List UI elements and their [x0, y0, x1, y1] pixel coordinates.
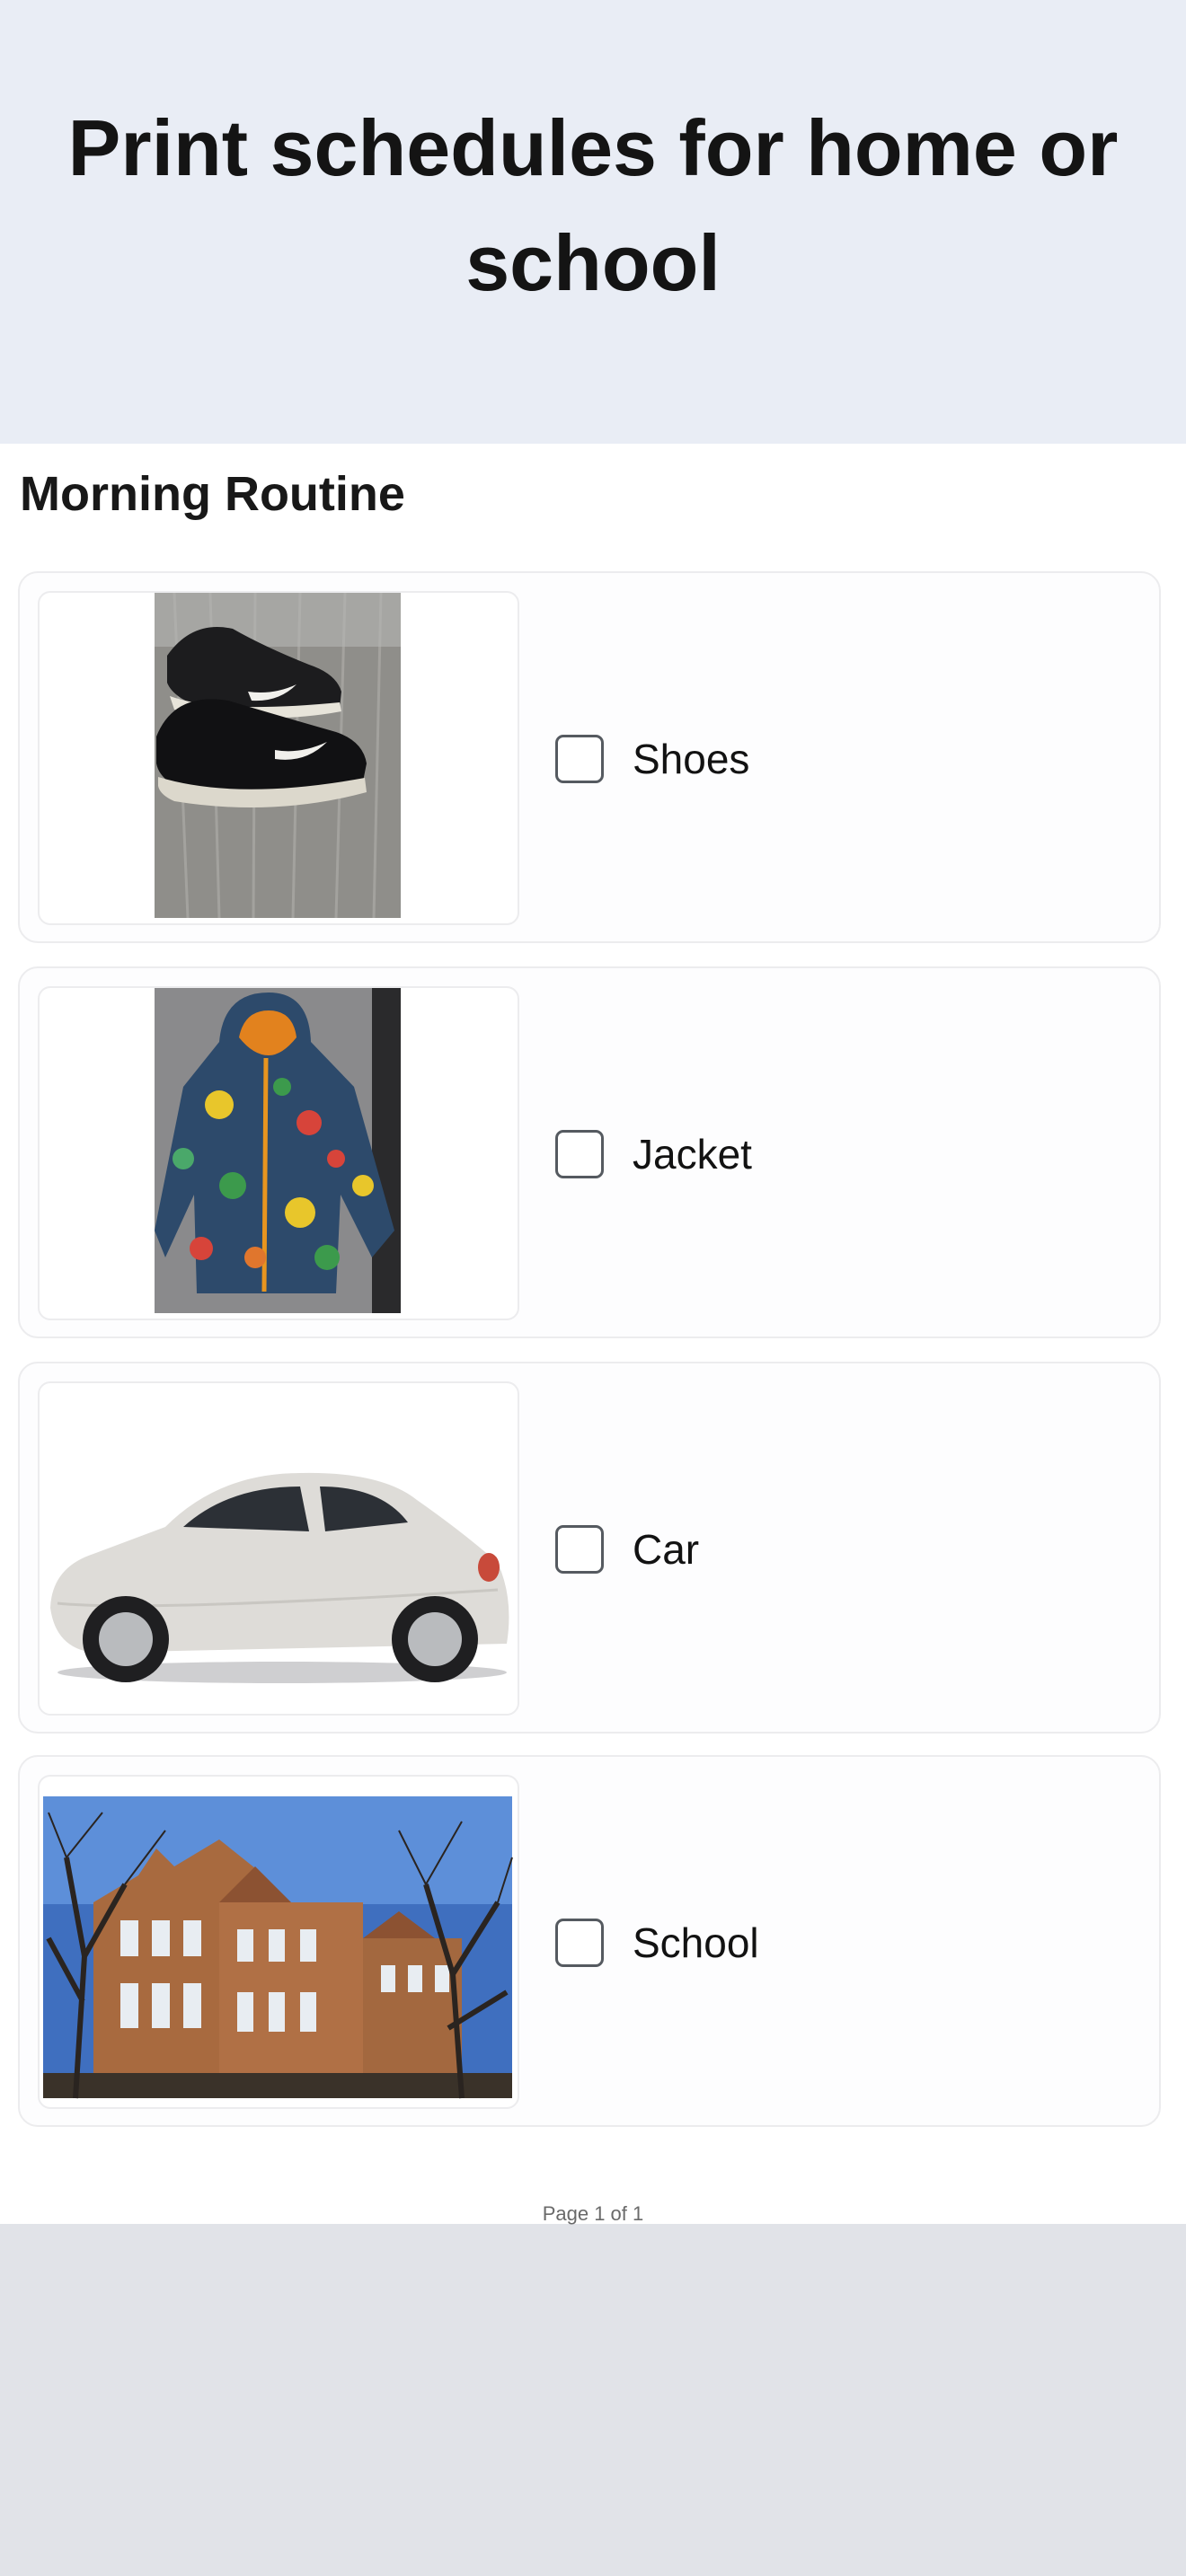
floral-jacket-photo — [155, 988, 401, 1313]
white-car-photo — [50, 1472, 509, 1683]
item-image-frame — [38, 986, 519, 1320]
hero-title: Print schedules for home or school — [67, 103, 1119, 307]
jacket-label: Jacket — [633, 1131, 752, 1178]
car-checkbox[interactable] — [555, 1525, 604, 1574]
school-checkbox[interactable] — [555, 1919, 604, 1967]
schedule-item-school[interactable]: School — [18, 1755, 1161, 2127]
shoes-checkbox[interactable] — [555, 735, 604, 783]
shoes-label: Shoes — [633, 736, 750, 782]
item-image-frame — [38, 1775, 519, 2109]
schedule-item-jacket[interactable]: Jacket — [18, 966, 1161, 1338]
schedule-title: Morning Routine — [20, 467, 405, 521]
item-image-frame — [38, 591, 519, 925]
car-label: Car — [633, 1526, 700, 1573]
jacket-checkbox[interactable] — [555, 1130, 604, 1178]
school-building-photo — [43, 1796, 513, 2099]
schedule-item-shoes[interactable]: Shoes — [18, 571, 1161, 943]
item-image-frame — [38, 1381, 519, 1716]
schedule-item-car[interactable]: Car — [18, 1362, 1161, 1734]
hero-banner: Print schedules for home or school — [0, 0, 1186, 444]
sneakers-photo — [155, 593, 401, 919]
school-label: School — [633, 1919, 759, 1966]
schedule-sheet: Morning Routine Shoes Jacket Car School … — [0, 444, 1186, 2225]
page-indicator: Page 1 of 1 — [542, 2202, 644, 2225]
